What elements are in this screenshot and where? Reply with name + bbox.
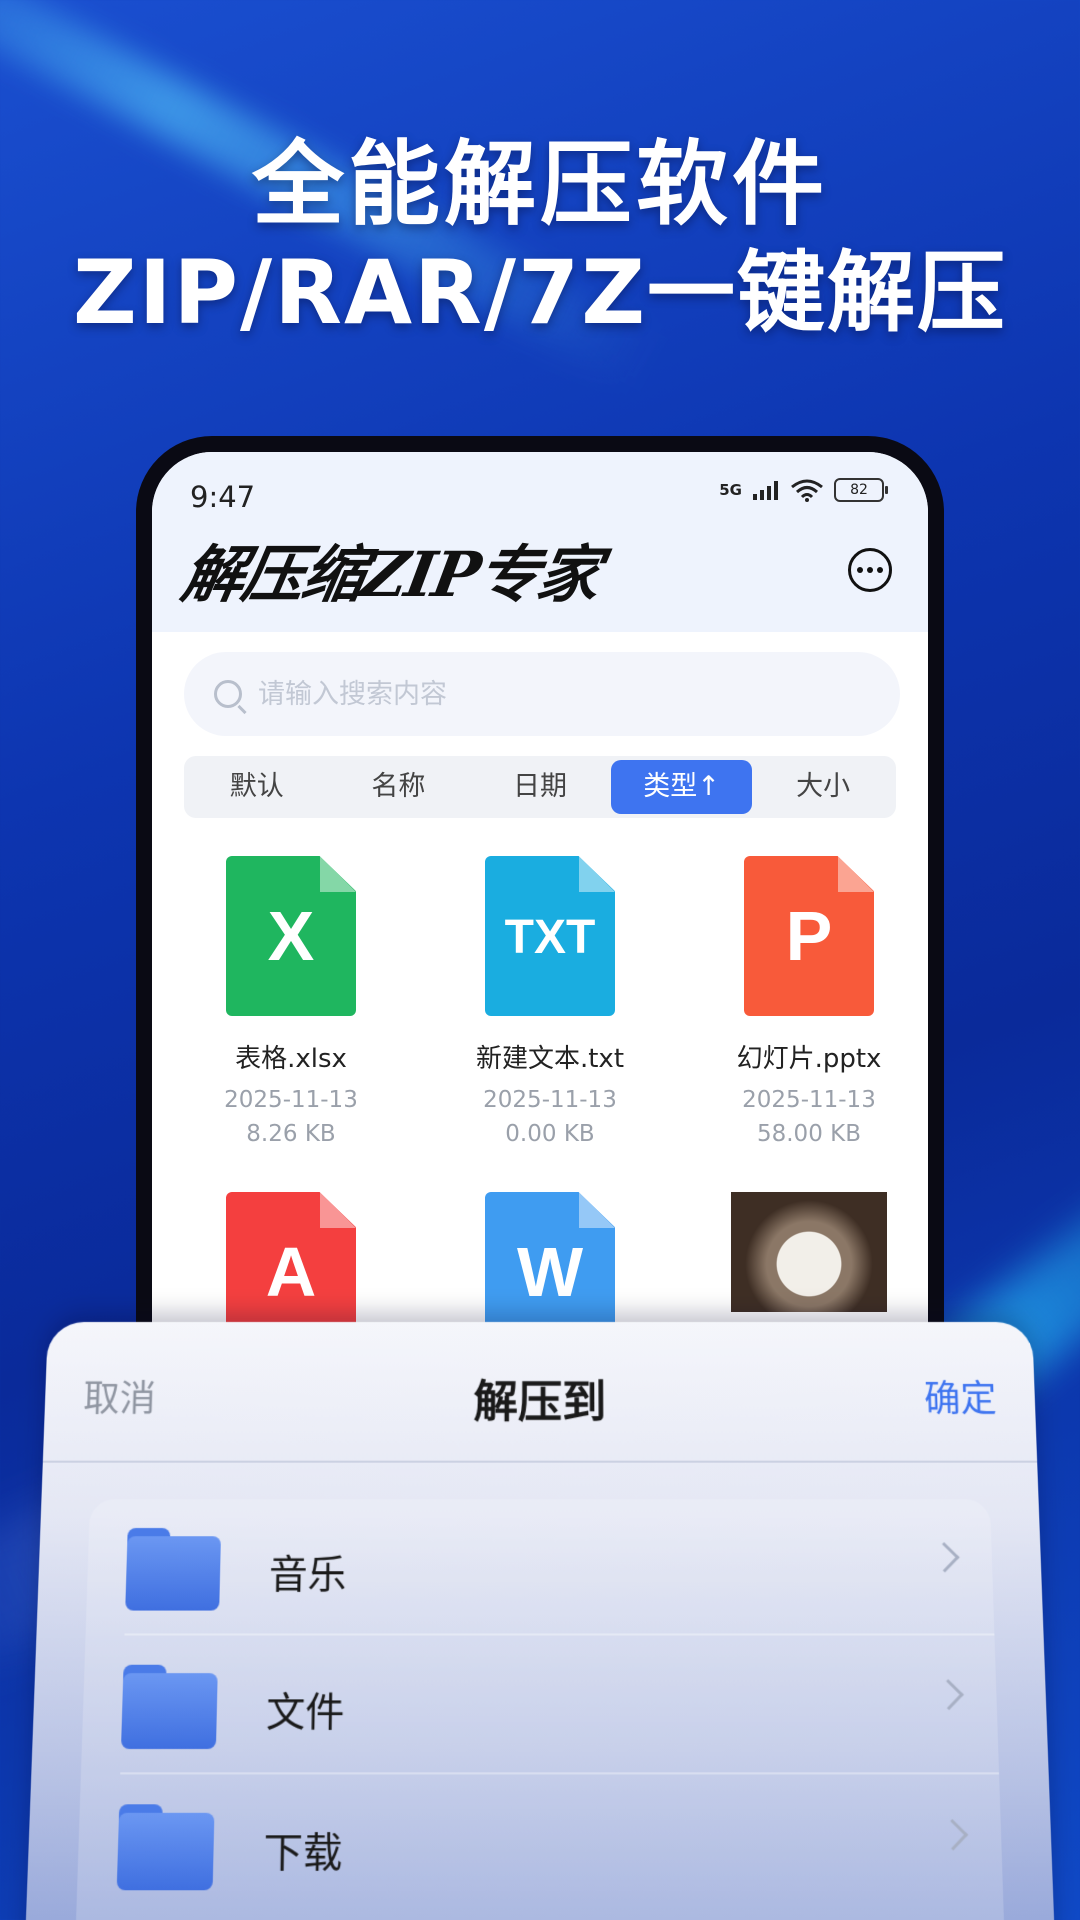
status-icons: 5G 82: [719, 478, 888, 502]
file-name: 表格.xlsx: [235, 1044, 347, 1074]
signal-icon: 5G: [719, 481, 742, 499]
signal-bars-icon: [753, 481, 778, 500]
more-options-button[interactable]: [848, 548, 892, 592]
sheet-title: 解压到: [473, 1376, 607, 1429]
folder-icon: [125, 1528, 221, 1611]
txt-file-icon: TXT: [485, 856, 615, 1016]
file-item[interactable]: TXT 新建文本.txt 2025-11-13 0.00 KB: [425, 856, 675, 1151]
wifi-icon: [791, 479, 823, 502]
excel-file-icon: X: [226, 856, 356, 1016]
file-name: 新建文本.txt: [475, 1044, 625, 1074]
folder-icon: [120, 1664, 218, 1749]
file-item[interactable]: [684, 1192, 928, 1312]
battery-indicator: 82: [834, 478, 888, 502]
folder-icon: [116, 1804, 215, 1891]
file-item[interactable]: X 表格.xlsx 2025-11-13 8.26 KB: [166, 856, 416, 1151]
divider: [42, 1460, 1038, 1463]
folder-item-downloads[interactable]: 下载: [76, 1774, 1004, 1916]
sort-tab-name[interactable]: 名称: [328, 760, 470, 814]
chevron-right-icon: [933, 1679, 964, 1711]
file-item[interactable]: P 幻灯片.pptx 2025-11-13 58.00 KB: [684, 856, 928, 1151]
file-date: 2025-11-13: [742, 1087, 876, 1113]
more-dots-icon: [857, 567, 863, 573]
sort-tabs: 默认 名称 日期 类型↑ 大小: [184, 756, 896, 818]
folder-list: 音乐 文件 下载: [73, 1499, 1007, 1920]
file-size: 8.26 KB: [246, 1121, 336, 1147]
folder-label: 音乐: [268, 1551, 347, 1598]
app-header: 9:47 5G 82 解压缩ZIP专家: [152, 452, 928, 632]
sort-tab-type[interactable]: 类型↑: [610, 760, 753, 814]
file-size: 0.00 KB: [505, 1121, 595, 1147]
app-logo: 解压缩ZIP专家: [176, 538, 605, 611]
folder-label: 文件: [265, 1688, 345, 1736]
file-size: 58.00 KB: [756, 1121, 862, 1147]
sort-tab-date[interactable]: 日期: [469, 760, 611, 814]
chevron-right-icon: [937, 1818, 969, 1851]
sort-tab-default[interactable]: 默认: [186, 760, 328, 814]
status-time: 9:47: [190, 480, 256, 514]
folder-item-music[interactable]: 音乐: [86, 1499, 995, 1636]
hero-subtitle: ZIP/RAR/7Z一键解压: [73, 241, 1007, 344]
search-icon: [214, 680, 242, 708]
file-name: 幻灯片.pptx: [736, 1044, 882, 1074]
file-date: 2025-11-13: [224, 1087, 358, 1113]
confirm-button[interactable]: 确定: [923, 1370, 998, 1422]
cat-photo-thumbnail: [731, 1192, 887, 1312]
folder-item-files[interactable]: 文件: [81, 1636, 1000, 1775]
ppt-file-icon: P: [744, 856, 874, 1016]
search-input[interactable]: [256, 670, 860, 718]
search-bar[interactable]: [184, 652, 900, 736]
folder-label: 下载: [262, 1828, 343, 1877]
sort-tab-size[interactable]: 大小: [752, 760, 894, 814]
file-date: 2025-11-13: [483, 1087, 617, 1113]
extract-to-sheet: 取消 解压到 确定 音乐 文件 下载: [23, 1322, 1057, 1920]
chevron-right-icon: [929, 1542, 960, 1573]
